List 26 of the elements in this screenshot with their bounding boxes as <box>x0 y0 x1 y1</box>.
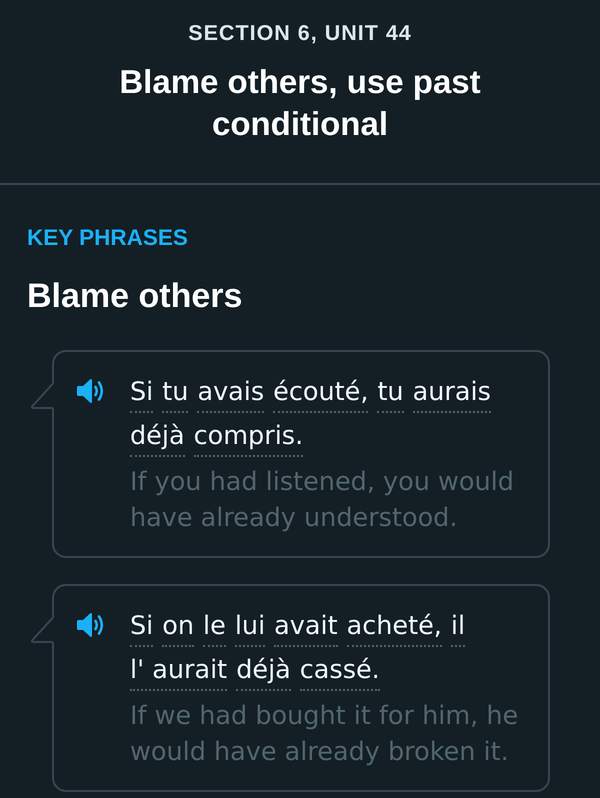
translation-text: If you had listened, you would have already understood. <box>130 466 515 535</box>
section-unit-label: SECTION 6, UNIT 44 <box>188 20 412 46</box>
hint-word[interactable]: acheté, <box>346 611 442 647</box>
speaker-icon[interactable] <box>76 611 104 639</box>
hint-word[interactable]: il <box>450 611 466 647</box>
unit-title: Blame others, use past conditional <box>118 62 482 144</box>
hint-word[interactable]: avait <box>274 611 338 647</box>
hint-word[interactable]: Si <box>130 377 154 413</box>
hint-word[interactable]: déjà <box>236 655 291 691</box>
hint-word[interactable]: on <box>162 611 194 647</box>
hint-word[interactable]: lui <box>234 611 266 647</box>
hint-word[interactable]: compris. <box>194 421 304 457</box>
hint-word[interactable]: le <box>203 611 226 647</box>
hint-word[interactable]: Si <box>130 611 154 647</box>
key-phrases-heading: KEY PHRASES <box>27 225 189 251</box>
hint-word[interactable]: écouté, <box>273 377 368 413</box>
hint-word[interactable]: tu <box>377 377 404 413</box>
hint-word[interactable]: l' aurait <box>130 655 228 691</box>
hint-word[interactable]: déjà <box>130 421 185 457</box>
translation-text: If we had bought it for him, he would have already broken it. <box>130 700 520 769</box>
speaker-icon[interactable] <box>76 377 104 405</box>
topic-heading: Blame others <box>27 278 244 314</box>
hint-word[interactable]: tu <box>162 377 188 413</box>
hint-word[interactable]: avais <box>197 377 264 413</box>
hint-word[interactable]: aurais <box>412 377 491 413</box>
hint-word[interactable]: cassé. <box>300 655 380 691</box>
